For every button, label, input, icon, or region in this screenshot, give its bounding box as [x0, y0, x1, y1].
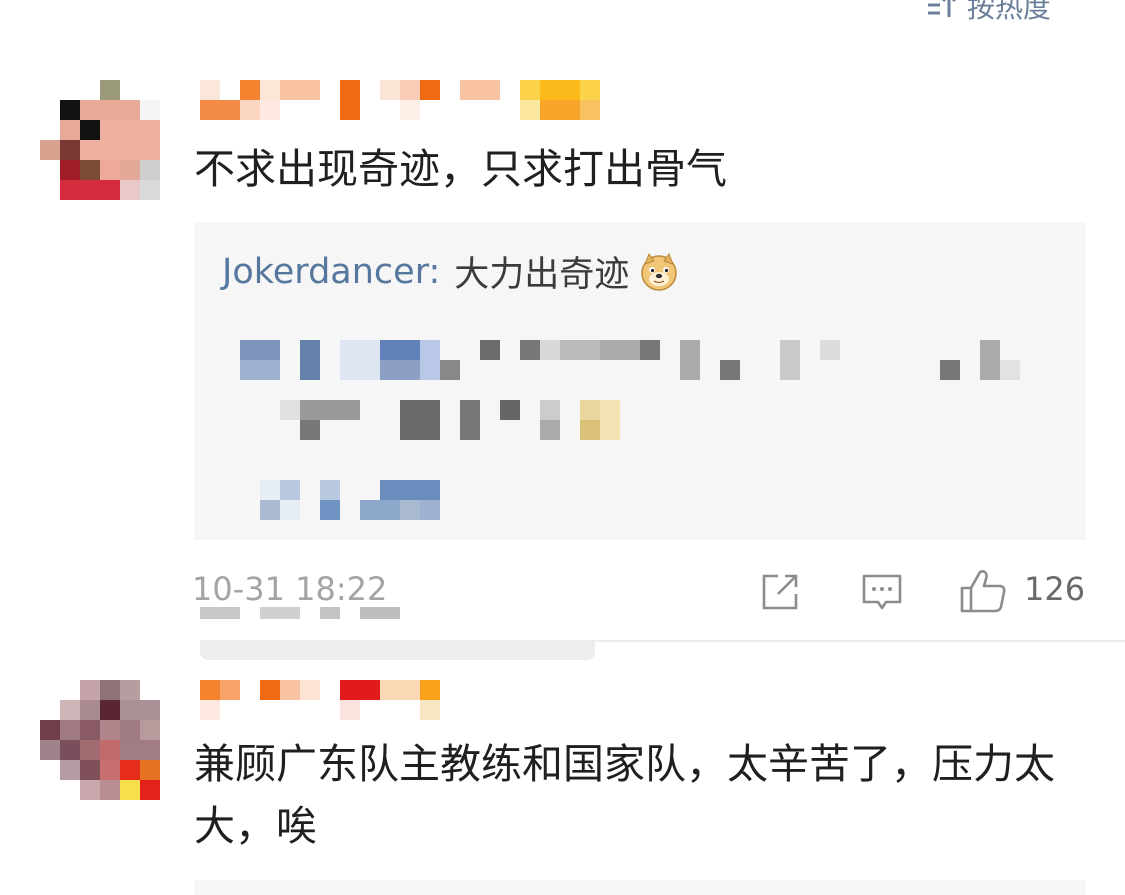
reply-text: 大力出奇迹: [454, 255, 630, 295]
avatar[interactable]: [40, 680, 160, 800]
username-redacted[interactable]: [200, 80, 600, 124]
comment-timestamp: 10-31 18:22: [192, 570, 388, 608]
comment-text: 不求出现奇迹，只求打出骨气: [194, 145, 727, 193]
sort-by-hot-button[interactable]: 按热度: [925, 0, 1051, 26]
reply-content-redacted: [240, 320, 1040, 544]
share-icon[interactable]: [758, 570, 802, 614]
reply-username[interactable]: Jokerdancer:: [222, 252, 440, 292]
comment-icon[interactable]: [860, 570, 904, 614]
sort-icon: [925, 0, 959, 21]
doge-emoji-icon: [639, 252, 679, 292]
comment-text: 兼顾广东队主教练和国家队，太辛苦了，压力太大，唉: [194, 740, 1055, 850]
sort-label: 按热度: [967, 0, 1052, 24]
avatar[interactable]: [40, 80, 160, 200]
like-count: 126: [1024, 570, 1086, 608]
like-icon[interactable]: [958, 566, 1008, 616]
divider-shadow: [200, 642, 595, 660]
location-redacted: [200, 606, 400, 625]
reply-preview-box[interactable]: [194, 880, 1086, 895]
username-redacted[interactable]: [200, 680, 440, 724]
reply-line[interactable]: Jokerdancer: 大力出奇迹: [222, 246, 679, 297]
